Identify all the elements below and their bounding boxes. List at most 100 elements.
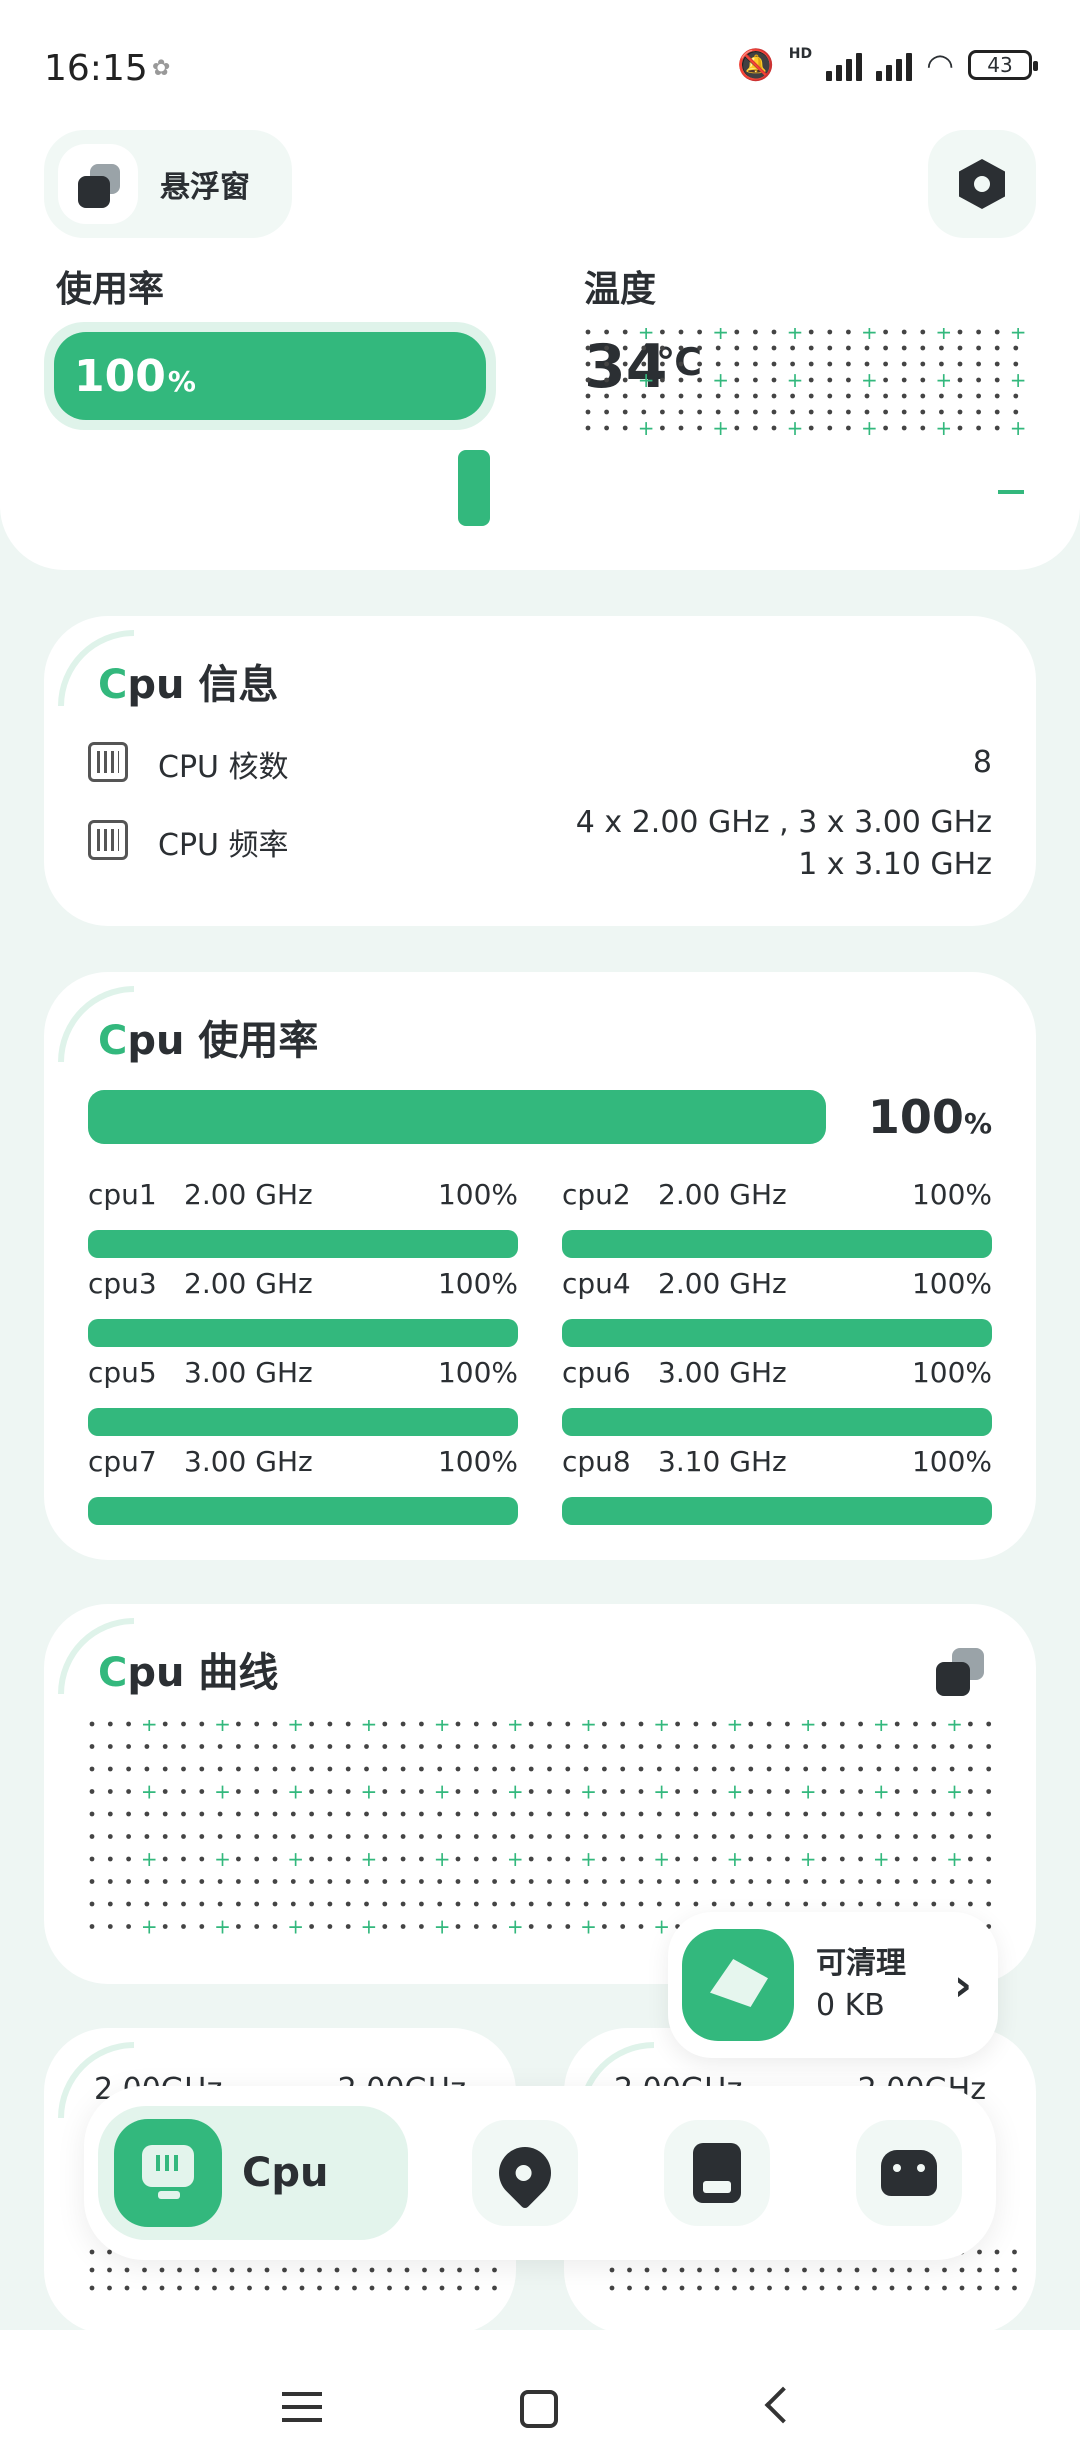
nav-tab-boost[interactable] xyxy=(472,2120,578,2226)
core-usage-item: cpu7 3.00 GHz 100% xyxy=(88,1445,518,1525)
usage-history-bar xyxy=(458,450,490,526)
svg-text:+: + xyxy=(787,368,804,392)
cpu-info-title: Cpu 信息 xyxy=(98,662,279,708)
core-name: cpu3 xyxy=(88,1267,157,1300)
float-window-icon[interactable] xyxy=(936,1648,988,1700)
total-usage-value: 100% xyxy=(867,1090,992,1144)
nav-tab-system[interactable] xyxy=(856,2120,962,2226)
svg-text:+: + xyxy=(712,328,729,344)
core-frequency: 2.00 GHz xyxy=(184,1178,313,1211)
cpu-cores-value: 8 xyxy=(972,745,992,780)
svg-text:+: + xyxy=(787,328,804,344)
svg-text:+: + xyxy=(873,1720,890,1736)
svg-text:+: + xyxy=(946,1847,963,1871)
core-percent: 100% xyxy=(437,1445,518,1478)
svg-text:+: + xyxy=(946,1720,963,1736)
svg-text:+: + xyxy=(800,1720,817,1736)
svg-text:+: + xyxy=(287,1720,304,1736)
core-frequency: 3.00 GHz xyxy=(184,1356,313,1389)
core-usage-bar xyxy=(562,1497,992,1525)
battery-level: 43 xyxy=(987,53,1013,77)
home-icon[interactable] xyxy=(520,2390,558,2428)
usage-title: 使用率 xyxy=(56,269,165,310)
chip-icon xyxy=(88,742,128,782)
status-time: 16:15 xyxy=(44,48,148,89)
core-name: cpu6 xyxy=(562,1356,631,1389)
core-percent: 100% xyxy=(437,1356,518,1389)
svg-text:+: + xyxy=(141,1847,158,1871)
core-usage-bar xyxy=(562,1408,992,1436)
svg-text:+: + xyxy=(800,1847,817,1871)
core-name: cpu5 xyxy=(88,1356,157,1389)
svg-text:+: + xyxy=(141,1720,158,1736)
svg-text:+: + xyxy=(727,1847,744,1871)
core-name: cpu8 xyxy=(562,1445,631,1478)
core-frequency: 2.00 GHz xyxy=(658,1178,787,1211)
core-frequency: 3.00 GHz xyxy=(658,1356,787,1389)
core-percent: 100% xyxy=(911,1267,992,1300)
float-window-icon xyxy=(58,144,138,224)
core-usage-bar xyxy=(88,1497,518,1525)
settings-button[interactable] xyxy=(928,130,1036,238)
svg-text:+: + xyxy=(638,328,655,344)
status-icons: 🔕 HD ◠ 43 xyxy=(737,46,1038,84)
cpu-curve-title: Cpu 曲线 xyxy=(98,1650,279,1696)
cpu-cores-label: CPU 核数 xyxy=(158,750,289,785)
nav-tab-cpu-label: Cpu xyxy=(242,2150,329,2196)
svg-text:+: + xyxy=(712,368,729,392)
svg-text:+: + xyxy=(361,1720,378,1736)
core-frequency: 2.00 GHz xyxy=(658,1267,787,1300)
notification-icon: ✿ xyxy=(152,56,171,81)
svg-text:+: + xyxy=(653,1780,670,1804)
android-icon xyxy=(881,2150,937,2196)
float-window-button[interactable]: 悬浮窗 xyxy=(44,130,292,238)
battery-icon: 43 xyxy=(968,50,1038,80)
core-usage-bar xyxy=(562,1319,992,1347)
core-frequency: 2.00 GHz xyxy=(184,1267,313,1300)
svg-text:+: + xyxy=(507,1915,524,1937)
recent-apps-icon[interactable] xyxy=(282,2392,322,2422)
svg-text:+: + xyxy=(507,1720,524,1736)
cpu-usage-title: Cpu 使用率 xyxy=(98,1018,319,1064)
clean-button[interactable]: 可清理 0 KB › xyxy=(668,1912,998,2058)
temp-title: 温度 xyxy=(584,269,657,310)
core-usage-item: cpu4 2.00 GHz 100% xyxy=(562,1267,992,1347)
svg-text:+: + xyxy=(935,368,952,392)
svg-text:+: + xyxy=(214,1780,231,1804)
memory-icon xyxy=(693,2143,741,2203)
svg-text:+: + xyxy=(507,1847,524,1871)
cpu-usage-card: Cpu 使用率 100% cpu1 2.00 GHz 100% cpu2 2.00 GH… xyxy=(44,972,1036,1560)
broom-icon xyxy=(682,1929,794,2041)
nav-tab-memory[interactable] xyxy=(664,2120,770,2226)
cpu-freq-value: 4 x 2.00 GHz , 3 x 3.00 GHz 1 x 3.10 GHz xyxy=(576,802,992,886)
usage-unit: % xyxy=(167,364,196,398)
network-type-label: HD xyxy=(788,46,813,62)
svg-text:+: + xyxy=(141,1915,158,1937)
cpu-monitor-icon xyxy=(114,2119,222,2227)
nav-tab-cpu[interactable]: Cpu xyxy=(98,2106,408,2240)
svg-text:+: + xyxy=(712,416,729,440)
float-window-label: 悬浮窗 xyxy=(160,170,250,205)
back-icon[interactable] xyxy=(764,2386,802,2424)
svg-text:+: + xyxy=(653,1720,670,1736)
core-usage-item: cpu3 2.00 GHz 100% xyxy=(88,1267,518,1347)
svg-text:+: + xyxy=(727,1720,744,1736)
svg-text:+: + xyxy=(580,1847,597,1871)
system-navigation-bar xyxy=(0,2330,1080,2460)
svg-text:+: + xyxy=(935,416,952,440)
svg-text:+: + xyxy=(861,328,878,344)
svg-text:+: + xyxy=(787,416,804,440)
core-name: cpu4 xyxy=(562,1267,631,1300)
core-usage-bar xyxy=(88,1408,518,1436)
svg-text:+: + xyxy=(873,1847,890,1871)
cpu-freq-row: CPU 频率 4 x 2.00 GHz , 3 x 3.00 GHz 1 x 3… xyxy=(88,802,992,886)
core-percent: 100% xyxy=(911,1178,992,1211)
svg-text:+: + xyxy=(434,1780,451,1804)
chevron-right-icon: › xyxy=(953,1959,972,2011)
clean-text: 可清理 0 KB xyxy=(816,1943,906,2027)
cpu-cores-row: CPU 核数 8 xyxy=(88,742,992,786)
core-frequency: 3.10 GHz xyxy=(658,1445,787,1478)
total-usage-bar xyxy=(88,1090,826,1144)
core-usage-item: cpu2 2.00 GHz 100% xyxy=(562,1178,992,1258)
svg-text:+: + xyxy=(580,1780,597,1804)
